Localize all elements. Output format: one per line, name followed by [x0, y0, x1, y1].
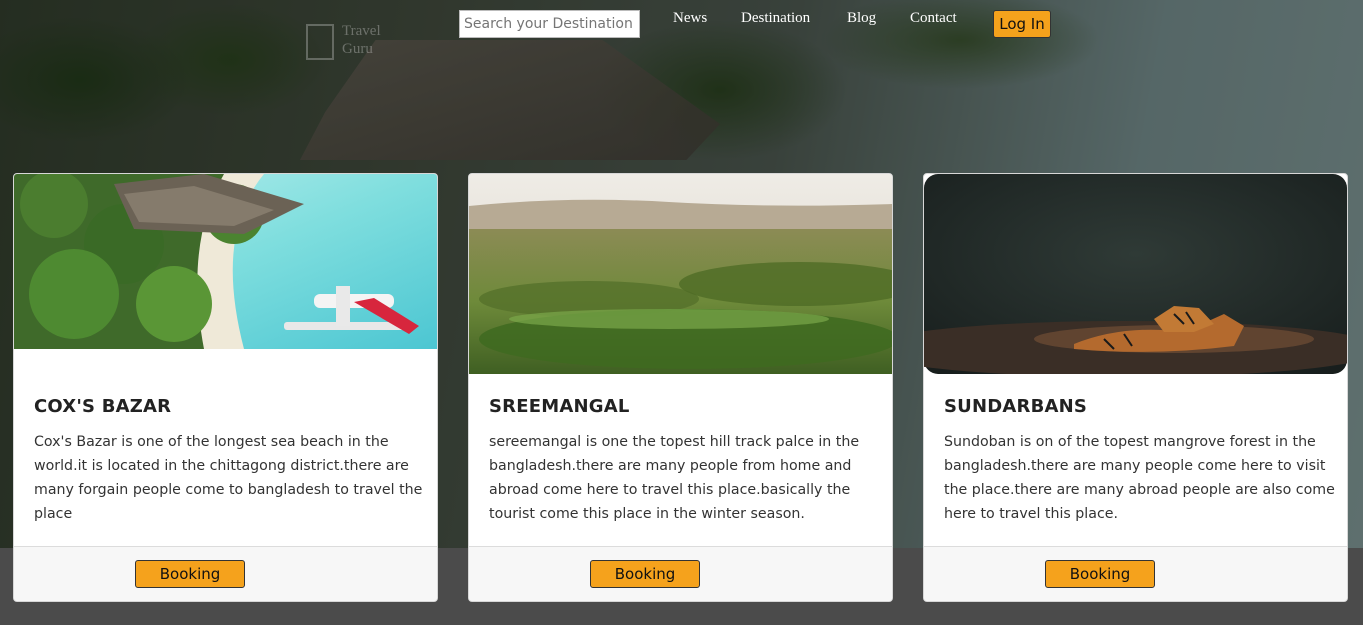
search-input[interactable] — [459, 10, 640, 38]
card-title: SUNDARBANS — [944, 396, 1088, 417]
card-description: Cox's Bazar is one of the longest sea be… — [34, 434, 423, 522]
destination-card-coxs-bazar: COX'S BAZAR Cox's Bazar is one of the lo… — [13, 173, 438, 602]
card-title: SREEMANGAL — [489, 396, 630, 417]
login-button[interactable]: Log In — [993, 10, 1051, 38]
booking-button[interactable]: Booking — [1045, 560, 1155, 588]
tiger-forest-image — [924, 174, 1347, 374]
nav-link-blog[interactable]: Blog — [847, 10, 876, 27]
booking-button[interactable]: Booking — [135, 560, 245, 588]
card-footer: Booking — [14, 546, 437, 601]
destination-card-sundarbans: SUNDARBANS Sundoban is on of the topest … — [923, 173, 1348, 602]
nav-link-contact[interactable]: Contact — [910, 10, 957, 27]
site-logo: Travel Guru — [306, 22, 426, 62]
nav-link-destination[interactable]: Destination — [741, 10, 810, 27]
booking-button[interactable]: Booking — [590, 560, 700, 588]
nav-link-news[interactable]: News — [673, 10, 707, 27]
destination-card-sreemangal: SREEMANGAL sereemangal is one the topest… — [468, 173, 893, 602]
card-footer: Booking — [469, 546, 892, 601]
tea-hills-image — [469, 174, 892, 374]
card-footer: Booking — [924, 546, 1347, 601]
card-title: COX'S BAZAR — [34, 396, 172, 417]
card-description: sereemangal is one the topest hill track… — [489, 434, 860, 522]
card-description: Sundoban is on of the topest mangrove fo… — [944, 434, 1335, 522]
beach-resort-image — [14, 174, 437, 349]
